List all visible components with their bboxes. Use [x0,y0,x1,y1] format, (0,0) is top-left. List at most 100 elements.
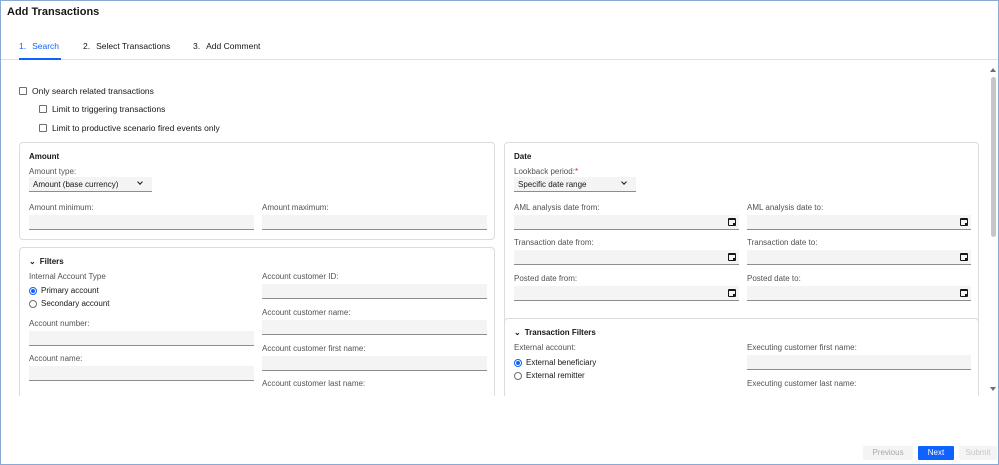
customer-id-label: Account customer ID: [262,272,339,281]
tab-add-comment[interactable]: 3. Add Comment [193,39,260,60]
next-button[interactable]: Next [918,446,954,460]
amount-max-label: Amount maximum: [262,203,329,212]
aml-date-from-label: AML analysis date from: [514,203,600,212]
transaction-filters-card: ⌄ Transaction Filters External account: E… [504,318,979,396]
previous-button[interactable]: Previous [863,446,913,460]
calendar-icon[interactable] [960,218,968,226]
calendar-icon[interactable] [728,253,736,261]
customer-first-name-label: Account customer first name: [262,344,366,353]
scroll-down-arrow[interactable] [990,387,996,391]
limit-productive-label: Limit to productive scenario fired event… [52,123,220,133]
primary-account-radio[interactable] [29,286,37,295]
dialog: Add Transactions 1. Search 2. Select Trans… [0,0,999,465]
calendar-icon[interactable] [728,289,736,297]
secondary-account-radio[interactable] [29,299,37,308]
date-title: Date [514,152,532,161]
executing-first-name-label: Executing customer first name: [747,343,857,352]
only-related-option[interactable]: Only search related transactions [19,86,154,96]
account-name-label: Account name: [29,354,83,363]
search-form: Only search related transactions Limit t… [1,61,989,396]
amount-type-label: Amount type: [29,167,77,176]
lookback-period-label: Lookback period:* [514,167,578,176]
customer-name-label: Account customer name: [262,308,351,317]
tab-select-label: Select Transactions [96,41,171,51]
tab-select-number: 2. [83,41,91,51]
chevron-down-icon: ⌄ [29,257,36,266]
amount-type-value: Amount (base currency) [33,180,119,189]
aml-date-to-input[interactable] [747,215,971,230]
amount-min-label: Amount minimum: [29,203,94,212]
amount-title: Amount [29,152,60,161]
tab-search-number: 1. [19,41,27,51]
external-beneficiary-option[interactable]: External beneficiary [514,358,596,367]
primary-account-label: Primary account [41,286,99,295]
required-mark: * [574,167,579,176]
transaction-filters-header[interactable]: ⌄ Transaction Filters [514,328,596,337]
submit-button[interactable]: Submit [959,446,997,460]
filters-card: ⌄ Filters Internal Account Type Primary a… [19,247,495,396]
limit-productive-option[interactable]: Limit to productive scenario fired event… [39,123,220,133]
internal-account-type-label: Internal Account Type [29,272,106,281]
tab-comment-number: 3. [193,41,201,51]
chevron-down-icon [621,179,627,185]
posted-date-to-label: Posted date to: [747,274,801,283]
tab-comment-label: Add Comment [206,41,261,51]
account-number-input[interactable] [29,331,254,346]
transaction-filters-title: Transaction Filters [524,328,596,337]
lookback-period-select[interactable]: Specific date range [514,177,636,192]
customer-name-input[interactable] [262,320,487,335]
account-number-label: Account number: [29,319,90,328]
filters-header[interactable]: ⌄ Filters [29,257,64,266]
secondary-account-option[interactable]: Secondary account [29,299,110,308]
posted-date-from-label: Posted date from: [514,274,578,283]
external-remitter-label: External remitter [526,371,585,380]
lookback-period-value: Specific date range [518,180,587,189]
transaction-date-to-label: Transaction date to: [747,238,818,247]
limit-triggering-option[interactable]: Limit to triggering transactions [39,104,165,114]
account-name-input[interactable] [29,366,254,381]
transaction-date-to-input[interactable] [747,250,971,265]
external-account-label: External account: [514,343,576,352]
limit-productive-checkbox[interactable] [39,124,47,132]
calendar-icon[interactable] [960,289,968,297]
tab-search[interactable]: 1. Search [19,39,62,60]
only-related-label: Only search related transactions [32,86,154,96]
transaction-date-from-input[interactable] [514,250,739,265]
tab-select-transactions[interactable]: 2. Select Transactions [83,39,170,60]
amount-min-input[interactable] [29,215,254,230]
customer-first-name-input[interactable] [262,356,487,371]
executing-last-name-label: Executing customer last name: [747,379,857,388]
amount-type-select[interactable]: Amount (base currency) [29,177,152,192]
secondary-account-label: Secondary account [41,299,110,308]
lookback-period-text: Lookback period: [514,167,575,176]
aml-date-from-input[interactable] [514,215,739,230]
external-beneficiary-label: External beneficiary [526,358,597,367]
customer-id-input[interactable] [262,284,487,299]
executing-first-name-input[interactable] [747,355,971,370]
limit-triggering-label: Limit to triggering transactions [52,104,166,114]
external-remitter-option[interactable]: External remitter [514,371,585,380]
primary-account-option[interactable]: Primary account [29,286,99,295]
calendar-icon[interactable] [960,253,968,261]
vertical-scrollbar[interactable] [989,67,998,393]
tab-search-label: Search [32,41,60,51]
tab-bar: 1. Search 2. Select Transactions 3. Add Com… [1,39,998,60]
scroll-thumb[interactable] [991,77,996,237]
dialog-title: Add Transactions [7,6,100,18]
posted-date-from-input[interactable] [514,286,739,301]
aml-date-to-label: AML analysis date to: [747,203,824,212]
limit-triggering-checkbox[interactable] [39,105,47,113]
customer-last-name-label: Account customer last name: [262,379,366,388]
posted-date-to-input[interactable] [747,286,971,301]
calendar-icon[interactable] [728,218,736,226]
amount-card: Amount Amount type: Amount (base currenc… [19,142,495,240]
only-related-checkbox[interactable] [19,87,27,95]
external-remitter-radio[interactable] [514,371,522,380]
external-beneficiary-radio[interactable] [514,358,522,367]
filters-title: Filters [39,257,64,266]
chevron-down-icon: ⌄ [514,328,521,337]
transaction-date-from-label: Transaction date from: [514,238,594,247]
scroll-up-arrow[interactable] [990,68,996,72]
amount-max-input[interactable] [262,215,487,230]
chevron-down-icon [137,179,143,185]
